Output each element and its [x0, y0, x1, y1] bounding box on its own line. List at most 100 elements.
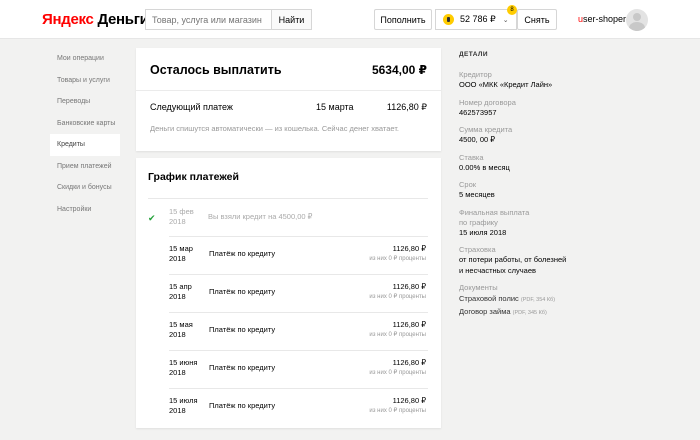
- divider: [148, 198, 428, 199]
- payment-date-year: 2018: [169, 406, 186, 415]
- loan-date: 15 фев 2018: [169, 207, 194, 227]
- table-row: 15 мая 2018 Платёж по кредиту 1126,80 ₽ …: [136, 312, 441, 350]
- remaining-title: Осталось выплатить: [150, 63, 282, 77]
- divider: [169, 350, 428, 351]
- username-rest: ser-shoper: [583, 14, 627, 24]
- contract-label: Номер договора: [459, 97, 516, 107]
- sidebar-item-discounts[interactable]: Скидки и бонусы: [50, 177, 120, 199]
- insurance-value-2: и несчастных случаев: [459, 265, 536, 275]
- term-label: Срок: [459, 180, 477, 189]
- payment-description: Платёж по кредиту: [209, 401, 276, 410]
- search-button[interactable]: Найти: [271, 10, 311, 29]
- divider: [169, 274, 428, 275]
- payment-amount: 1126,80 ₽: [392, 396, 426, 405]
- balance-amount: 52 786 ₽: [460, 14, 496, 24]
- sidebar-item-settings[interactable]: Настройки: [50, 199, 120, 221]
- payment-interest: из них 0 ₽ проценты: [369, 256, 426, 262]
- divider: [169, 236, 428, 237]
- loan-description: Вы взяли кредит на 4500,00 ₽: [208, 212, 313, 221]
- top-header: Яндекс Деньги Найти Пополнить 52 786 ₽ ⌄…: [0, 0, 700, 39]
- payment-interest: из них 0 ₽ проценты: [369, 370, 426, 376]
- notification-count-badge: 8: [507, 5, 517, 15]
- payment-amount: 1126,80 ₽: [392, 358, 426, 367]
- next-payment-label: Следующий платеж: [150, 102, 233, 112]
- payment-description: Платёж по кредиту: [209, 325, 276, 334]
- table-row: 15 апр 2018 Платёж по кредиту 1126,80 ₽ …: [136, 274, 441, 312]
- topup-button[interactable]: Пополнить: [374, 9, 432, 30]
- username-link[interactable]: user-shoper: [578, 14, 626, 24]
- payment-date: 15 мая 2018: [169, 320, 193, 340]
- remaining-amount: 5634,00 ₽: [371, 63, 427, 77]
- sidebar-item-operations[interactable]: Мои операции: [50, 48, 120, 70]
- checkmark-icon: ✔: [148, 213, 156, 223]
- yandex-money-logo[interactable]: Яндекс Деньги: [42, 11, 149, 28]
- sidebar-item-payments[interactable]: Прием платежей: [50, 156, 120, 178]
- payment-date-year: 2018: [169, 292, 186, 301]
- remaining-summary-card: Осталось выплатить 5634,00 ₽ Следующий п…: [136, 48, 441, 151]
- payment-date-year: 2018: [169, 254, 186, 263]
- withdraw-button[interactable]: Снять: [517, 9, 557, 30]
- final-payment-label: Финальная выплата: [459, 207, 530, 217]
- contract-value: 462573957: [459, 107, 497, 117]
- table-row: 15 июня 2018 Платёж по кредиту 1126,80 ₽…: [136, 350, 441, 388]
- autopay-note: Деньги спишутся автоматически — из кошел…: [150, 124, 400, 133]
- payment-interest: из них 0 ₽ проценты: [369, 408, 426, 414]
- payment-date-year: 2018: [169, 330, 186, 339]
- payment-amount: 1126,80 ₽: [392, 320, 426, 329]
- table-row: 15 мар 2018 Платёж по кредиту 1126,80 ₽ …: [136, 236, 441, 274]
- details-heading: ДЕТАЛИ: [459, 51, 488, 58]
- insurance-policy-link[interactable]: Страховой полис (PDF, 354 Кб): [459, 293, 599, 306]
- payment-date-day: 15 мая: [169, 320, 193, 329]
- payment-date-year: 2018: [169, 368, 186, 377]
- loan-date-day: 15 фев: [169, 207, 194, 216]
- avatar[interactable]: [626, 9, 648, 31]
- insurance-label: Страховка: [459, 245, 496, 254]
- payment-description: Платёж по кредиту: [209, 363, 276, 372]
- insurance-value-1: от потери работы, от болезней: [459, 255, 567, 264]
- schedule-title: График платежей: [148, 171, 239, 183]
- divider: [136, 90, 441, 91]
- final-payment-label-2: по графику: [459, 217, 498, 227]
- logo-product: Деньги: [97, 11, 149, 28]
- payment-interest: из них 0 ₽ проценты: [369, 332, 426, 338]
- loan-details-panel: ДЕТАЛИ Кредитор ООО «МКК «Кредит Лайн» Н…: [459, 51, 599, 319]
- payment-description: Платёж по кредиту: [209, 249, 276, 258]
- payment-date-day: 15 апр: [169, 282, 192, 291]
- table-row: 15 июля 2018 Платёж по кредиту 1126,80 ₽…: [136, 388, 441, 426]
- documents-label: Документы: [459, 283, 498, 292]
- sidebar-item-transfers[interactable]: Переводы: [50, 91, 120, 113]
- sidebar-item-goods[interactable]: Товары и услуги: [50, 70, 120, 92]
- rate-label: Ставка: [459, 152, 484, 162]
- divider: [169, 312, 428, 313]
- creditor-label: Кредитор: [459, 70, 492, 79]
- loan-sum-value: 4500, 00 ₽: [459, 135, 496, 144]
- insurance-policy-meta: (PDF, 354 Кб): [520, 297, 556, 303]
- term-value: 5 месяцев: [459, 190, 495, 199]
- payment-date-day: 15 мар: [169, 244, 193, 253]
- payment-description: Платёж по кредиту: [209, 287, 276, 296]
- sidebar-item-cards[interactable]: Банковские карты: [50, 113, 120, 135]
- payment-date: 15 июня 2018: [169, 358, 197, 378]
- logo-brand: Яндекс: [42, 11, 94, 28]
- loan-agreement-link[interactable]: Договор займа (PDF, 345 Кб): [459, 306, 599, 319]
- wallet-coin-icon: [443, 14, 454, 25]
- payment-date: 15 июля 2018: [169, 396, 198, 416]
- next-payment-amount: 1126,80 ₽: [386, 102, 427, 112]
- loan-agreement-meta: (PDF, 345 Кб): [512, 310, 547, 316]
- final-payment-value: 15 июля 2018: [459, 227, 507, 237]
- search-input[interactable]: [146, 10, 271, 29]
- next-payment-date: 15 марта: [316, 102, 354, 112]
- payment-date: 15 мар 2018: [169, 244, 193, 264]
- divider: [169, 388, 428, 389]
- payment-amount: 1126,80 ₽: [392, 282, 426, 291]
- payment-date-day: 15 июня: [169, 358, 198, 367]
- insurance-policy-name: Страховой полис: [459, 294, 519, 303]
- loan-agreement-name: Договор займа: [459, 307, 511, 316]
- search-bar: Найти: [145, 9, 312, 30]
- rate-value: 0.00% в месяц: [459, 162, 510, 172]
- payment-amount: 1126,80 ₽: [392, 244, 426, 253]
- payment-date-day: 15 июля: [169, 396, 198, 405]
- balance-dropdown[interactable]: 52 786 ₽ ⌄: [435, 9, 517, 30]
- sidebar-item-credits[interactable]: Кредиты: [50, 134, 120, 156]
- sidebar-nav: Мои операции Товары и услуги Переводы Ба…: [50, 48, 120, 220]
